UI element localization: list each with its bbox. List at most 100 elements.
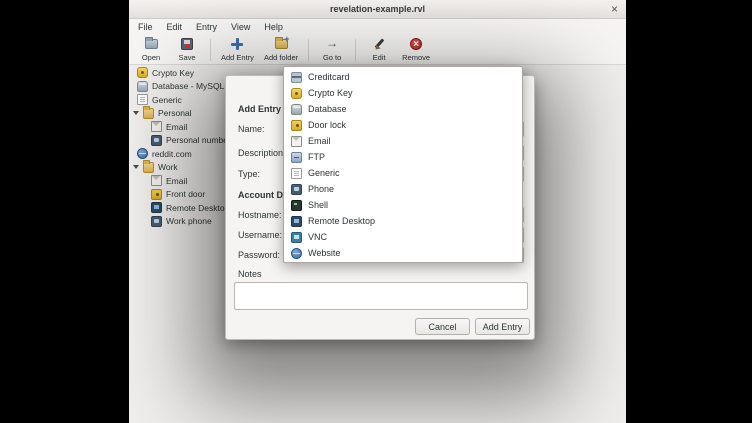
menubar: File Edit Entry View Help	[129, 19, 626, 35]
remove-button-label: Remove	[402, 53, 430, 62]
tree-item-label: Work phone	[166, 216, 212, 226]
type-option-creditcard[interactable]: Creditcard	[284, 69, 522, 85]
tree-item-label: Work	[158, 162, 178, 172]
website-icon	[291, 248, 302, 259]
hostname-label: Hostname:	[238, 210, 282, 220]
type-option-label: VNC	[308, 232, 327, 242]
toolbar-separator	[308, 39, 309, 61]
shell-icon	[291, 200, 302, 211]
type-option-label: Email	[308, 136, 331, 146]
generic-icon	[291, 168, 302, 179]
toolbar-separator	[210, 39, 211, 61]
toolbar: Open Save Add Entry Add folder Go to	[129, 35, 626, 65]
type-label: Type:	[238, 169, 260, 179]
type-option-email[interactable]: Email	[284, 133, 522, 149]
tree-item-label: Email	[166, 176, 187, 186]
generic-icon	[137, 94, 148, 105]
key-icon	[137, 67, 148, 78]
type-option-label: Phone	[308, 184, 334, 194]
creditcard-icon	[291, 72, 302, 83]
menu-entry[interactable]: Entry	[189, 20, 224, 34]
edit-button-label: Edit	[373, 53, 386, 62]
add-plus-icon	[231, 38, 243, 50]
type-option-label: Creditcard	[308, 72, 350, 82]
type-option-label: Shell	[308, 200, 328, 210]
type-option-shell[interactable]: Shell	[284, 197, 522, 213]
doorlock-icon	[151, 189, 162, 200]
goto-button-label: Go to	[323, 53, 341, 62]
website-icon	[137, 148, 148, 159]
type-option-label: Database	[308, 104, 347, 114]
database-icon	[137, 81, 148, 92]
phone-icon	[151, 135, 162, 146]
phone-icon	[151, 216, 162, 227]
edit-pencil-icon	[373, 38, 385, 50]
doorlock-icon	[291, 120, 302, 131]
vnc-icon	[291, 232, 302, 243]
type-option-door-lock[interactable]: Door lock	[284, 117, 522, 133]
cancel-button[interactable]: Cancel	[415, 318, 470, 335]
close-icon[interactable]: ×	[611, 2, 618, 16]
save-icon	[181, 38, 193, 50]
type-option-vnc[interactable]: VNC	[284, 229, 522, 245]
add-entry-submit-button[interactable]: Add Entry	[475, 318, 530, 335]
remote-desktop-icon	[151, 202, 162, 213]
email-icon	[151, 175, 162, 186]
menu-help[interactable]: Help	[257, 20, 290, 34]
window-title: revelation-example.rvl	[330, 4, 425, 14]
toolbar-separator	[355, 39, 356, 61]
remove-icon	[410, 38, 422, 50]
add-folder-button-label: Add folder	[264, 53, 298, 62]
notes-textarea[interactable]	[234, 282, 528, 310]
type-option-phone[interactable]: Phone	[284, 181, 522, 197]
tree-item-label: Front door	[166, 189, 205, 199]
type-option-crypto-key[interactable]: Crypto Key	[284, 85, 522, 101]
email-icon	[151, 121, 162, 132]
phone-icon	[291, 184, 302, 195]
type-option-label: Remote Desktop	[308, 216, 375, 226]
add-entry-button-label: Add Entry	[221, 53, 254, 62]
tree-item-label: reddit.com	[152, 149, 192, 159]
open-button-label: Open	[142, 53, 160, 62]
type-option-label: Crypto Key	[308, 88, 353, 98]
tree-item-label: Email	[166, 122, 187, 132]
menu-edit[interactable]: Edit	[160, 20, 190, 34]
folder-icon	[143, 162, 154, 173]
tree-item-label: Personal number	[166, 135, 231, 145]
tree-item-label: Generic	[152, 95, 182, 105]
tree-item-label: Crypto Key	[152, 68, 194, 78]
type-option-label: Generic	[308, 168, 340, 178]
ftp-icon	[291, 152, 302, 163]
add-folder-button[interactable]: Add folder	[260, 37, 302, 63]
dialog-heading: Add Entry	[238, 104, 281, 114]
type-option-website[interactable]: Website	[284, 245, 522, 261]
password-label: Password:	[238, 250, 280, 260]
menu-view[interactable]: View	[224, 20, 257, 34]
type-option-remote-desktop[interactable]: Remote Desktop	[284, 213, 522, 229]
tree-item-label: Remote Desktop	[166, 203, 229, 213]
expander-down-icon[interactable]	[133, 165, 139, 169]
type-option-label: FTP	[308, 152, 325, 162]
edit-button[interactable]: Edit	[362, 37, 396, 63]
database-icon	[291, 104, 302, 115]
save-button[interactable]: Save	[170, 37, 204, 63]
save-button-label: Save	[178, 53, 195, 62]
type-dropdown-menu: Creditcard Crypto Key Database Door lock…	[283, 66, 523, 263]
name-label: Name:	[238, 124, 265, 134]
type-option-ftp[interactable]: FTP	[284, 149, 522, 165]
expander-down-icon[interactable]	[133, 111, 139, 115]
type-option-generic[interactable]: Generic	[284, 165, 522, 181]
remove-button[interactable]: Remove	[398, 37, 434, 63]
username-label: Username:	[238, 230, 282, 240]
menu-file[interactable]: File	[131, 20, 160, 34]
goto-arrow-icon	[326, 38, 339, 51]
type-option-database[interactable]: Database	[284, 101, 522, 117]
screen-background: revelation-example.rvl × File Edit Entry…	[0, 0, 752, 423]
remote-desktop-icon	[291, 216, 302, 227]
tree-item-label: Personal	[158, 108, 192, 118]
titlebar[interactable]: revelation-example.rvl ×	[129, 0, 626, 19]
add-folder-icon	[275, 39, 288, 49]
goto-button[interactable]: Go to	[315, 37, 349, 63]
open-button[interactable]: Open	[134, 37, 168, 63]
add-entry-button[interactable]: Add Entry	[217, 37, 258, 63]
